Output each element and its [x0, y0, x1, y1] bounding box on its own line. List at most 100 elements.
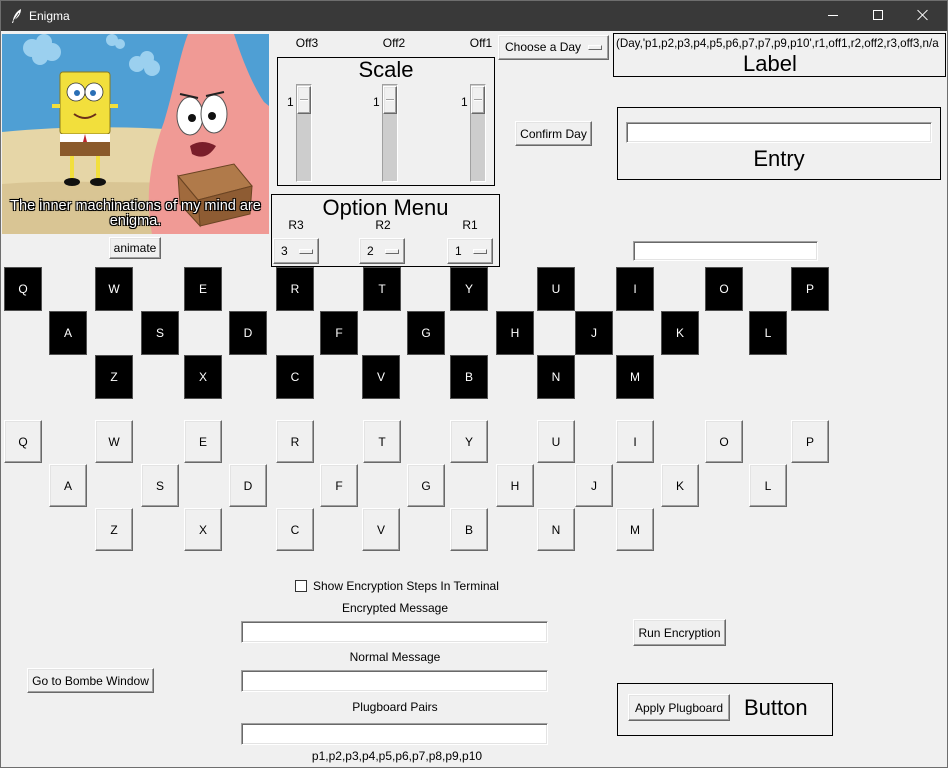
lamp-w: W: [95, 267, 133, 311]
run-encryption-button[interactable]: Run Encryption: [633, 619, 726, 646]
lamp-g: G: [407, 311, 445, 355]
key-b[interactable]: B: [450, 508, 488, 551]
key-m[interactable]: M: [616, 508, 654, 551]
key-s[interactable]: S: [141, 464, 179, 507]
lamp-a: A: [49, 311, 87, 355]
key-t[interactable]: T: [363, 420, 401, 463]
offset-1-scale-value: 1: [461, 95, 468, 109]
offset-3-scale-value: 1: [287, 95, 294, 109]
close-icon: [917, 9, 929, 21]
scale-frame-title: Scale: [358, 57, 414, 82]
run-encryption-label: Run Encryption: [638, 625, 721, 640]
rotor-1-select[interactable]: 1: [447, 238, 493, 264]
key-e[interactable]: E: [184, 420, 222, 463]
offset-2-scale[interactable]: [382, 84, 398, 182]
apply-plugboard-button[interactable]: Apply Plugboard: [628, 694, 730, 721]
dropdown-indicator-icon: [473, 249, 487, 254]
offset-1-scale-thumb[interactable]: [471, 86, 485, 114]
bombe-window-button[interactable]: Go to Bombe Window: [27, 668, 154, 693]
lamp-m: M: [616, 355, 654, 399]
key-v[interactable]: V: [362, 508, 400, 551]
normal-message-field[interactable]: [241, 670, 548, 692]
lamp-z: Z: [95, 355, 133, 399]
key-o[interactable]: O: [705, 420, 743, 463]
key-a[interactable]: A: [49, 464, 87, 507]
lamp-j: J: [575, 311, 613, 355]
key-w[interactable]: W: [95, 420, 133, 463]
rotor-3-select[interactable]: 3: [273, 238, 319, 264]
lampboard: Q W E R T Y UI O P A S D F G HJ K L Z X C V B NM: [0, 267, 948, 399]
key-r[interactable]: R: [276, 420, 314, 463]
rotor-2-select-value: 2: [367, 244, 374, 258]
offset-1-scale[interactable]: [470, 84, 486, 182]
button-frame-title: Button: [744, 695, 808, 720]
minimize-button[interactable]: [810, 0, 856, 31]
lamp-d: D: [229, 311, 267, 355]
encrypted-message-field[interactable]: [241, 621, 548, 643]
key-p[interactable]: P: [791, 420, 829, 463]
key-d[interactable]: D: [229, 464, 267, 507]
key-c[interactable]: C: [276, 508, 314, 551]
offset-3-scale-thumb[interactable]: [297, 86, 311, 114]
offset-label-1: Off1: [469, 36, 493, 50]
offset-3-scale[interactable]: [296, 84, 312, 182]
lamp-o: O: [705, 267, 743, 311]
lamp-c: C: [276, 355, 314, 399]
maximize-button[interactable]: [855, 0, 901, 31]
lamp-s: S: [141, 311, 179, 355]
show-steps-label[interactable]: Show Encryption Steps In Terminal: [313, 579, 499, 593]
key-f[interactable]: F: [320, 464, 358, 507]
title-bar[interactable]: Enigma: [0, 0, 948, 31]
entry-frame: Entry: [617, 107, 941, 180]
plugboard-pairs-field[interactable]: [241, 723, 548, 745]
entry-frame-title: Entry: [753, 146, 805, 171]
key-u[interactable]: U: [537, 420, 575, 463]
key-n[interactable]: N: [537, 508, 575, 551]
key-y[interactable]: Y: [450, 420, 488, 463]
normal-message-label: Normal Message: [349, 650, 441, 664]
lamp-k: K: [661, 311, 699, 355]
animate-label: animate: [113, 241, 157, 255]
key-k[interactable]: K: [661, 464, 699, 507]
entry-field[interactable]: [626, 122, 932, 143]
option-menu-frame: Option Menu R3 R2 R1 3 2 1: [271, 194, 500, 267]
lamp-t: T: [363, 267, 401, 311]
key-l[interactable]: L: [749, 464, 787, 507]
dropdown-indicator-icon: [299, 249, 313, 254]
key-h[interactable]: H: [496, 464, 534, 507]
rotor-1-label: R1: [462, 218, 478, 232]
show-steps-checkbox[interactable]: [295, 580, 307, 592]
key-z[interactable]: Z: [95, 508, 133, 551]
rotor-2-select[interactable]: 2: [359, 238, 405, 264]
key-q[interactable]: Q: [4, 420, 42, 463]
key-j[interactable]: J: [575, 464, 613, 507]
plugboard-pairs-label: Plugboard Pairs: [352, 700, 438, 714]
day-select[interactable]: Choose a Day: [498, 35, 609, 60]
offset-label-2: Off2: [382, 36, 406, 50]
key-x[interactable]: X: [184, 508, 222, 551]
bombe-window-label: Go to Bombe Window: [32, 673, 149, 688]
key-g[interactable]: G: [407, 464, 445, 507]
lamp-p: P: [791, 267, 829, 311]
confirm-day-button[interactable]: Confirm Day: [515, 121, 592, 146]
window-title: Enigma: [29, 9, 70, 23]
lamp-u: U: [537, 267, 575, 311]
lamp-b: B: [450, 355, 488, 399]
button-frame: Apply Plugboard Button: [617, 683, 833, 736]
aux-entry-field[interactable]: [633, 241, 818, 261]
close-button[interactable]: [900, 0, 946, 31]
minimize-icon: [828, 15, 838, 16]
key-i[interactable]: I: [616, 420, 654, 463]
rotor-3-select-value: 3: [281, 244, 288, 258]
lamp-h: H: [496, 311, 534, 355]
dropdown-indicator-icon: [385, 249, 399, 254]
day-format-label: (Day,'p1,p2,p3,p4,p5,p6,p7,p7,p9,p10',r1…: [616, 37, 939, 50]
lamp-x: X: [184, 355, 222, 399]
offset-2-scale-value: 1: [373, 95, 380, 109]
animate-button[interactable]: animate: [109, 237, 161, 259]
lamp-q: Q: [4, 267, 42, 311]
offset-2-scale-thumb[interactable]: [383, 86, 397, 114]
rotor-3-label: R3: [288, 218, 304, 232]
maximize-icon: [873, 10, 883, 20]
encrypted-message-label: Encrypted Message: [341, 601, 449, 615]
